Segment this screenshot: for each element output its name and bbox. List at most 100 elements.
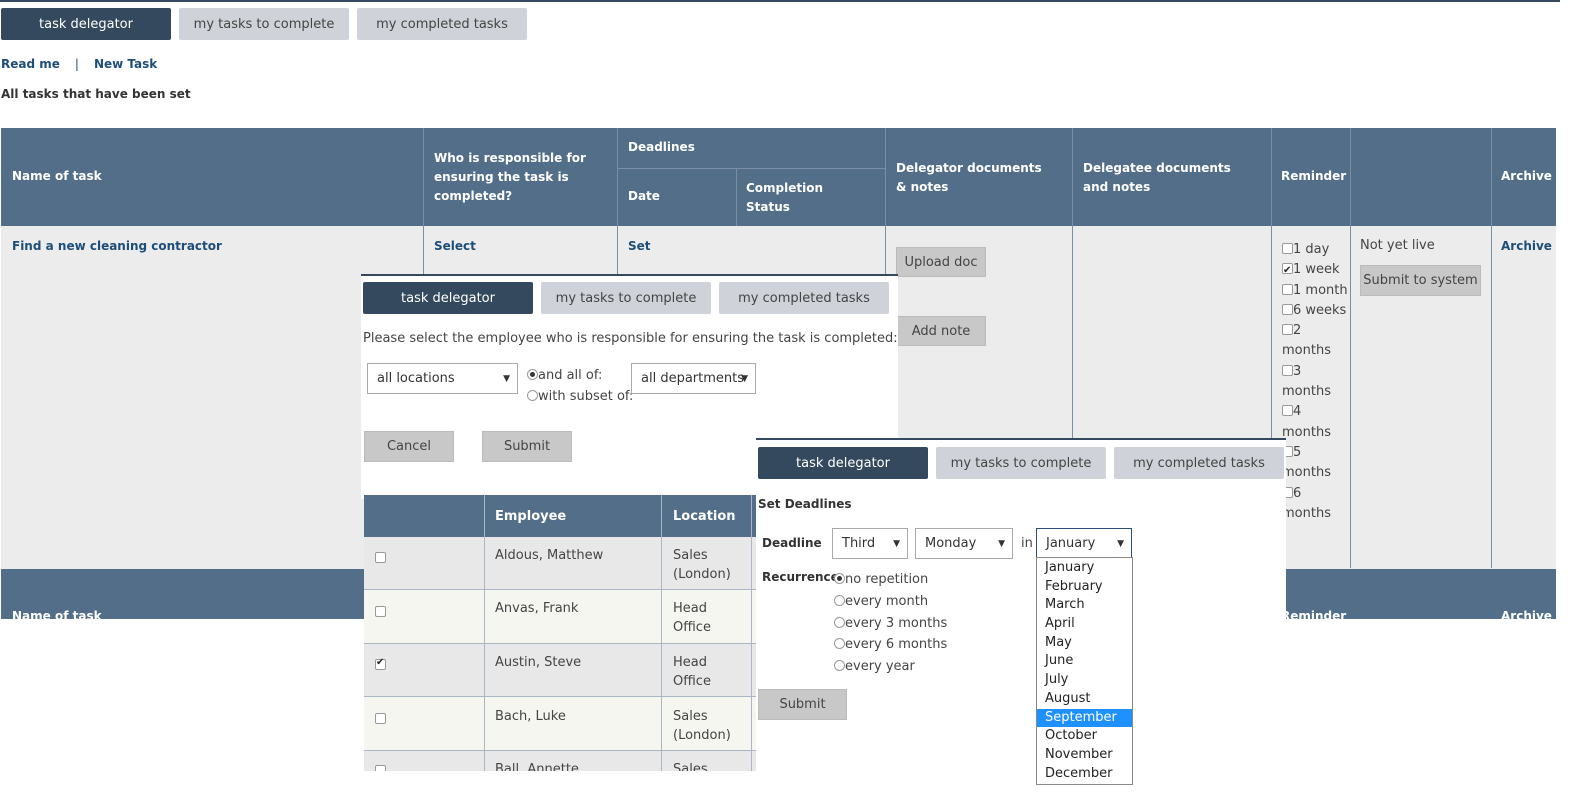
reminder-option[interactable]: 3 months: [1282, 362, 1348, 403]
reminder-checkbox[interactable]: [1282, 303, 1293, 315]
tab-task-delegator[interactable]: task delegator: [1, 8, 171, 40]
radio-button[interactable]: [527, 390, 538, 401]
radio-subset-of[interactable]: with subset of:: [527, 386, 633, 407]
month-option[interactable]: January: [1037, 559, 1132, 578]
department-select[interactable]: all departments ▼: [631, 363, 756, 394]
grid-line: [618, 168, 885, 169]
month-option[interactable]: November: [1037, 746, 1132, 765]
cancel-button[interactable]: Cancel: [364, 431, 454, 462]
radio-button[interactable]: [834, 616, 845, 628]
submit-button[interactable]: Submit: [482, 431, 572, 462]
month-option[interactable]: June: [1037, 652, 1132, 671]
recurrence-option[interactable]: every 6 months: [834, 634, 947, 656]
reminder-option[interactable]: 1 week: [1282, 260, 1348, 282]
employee-name: Bach, Luke: [495, 709, 566, 724]
task-name-link[interactable]: Find a new cleaning contractor: [12, 239, 222, 253]
tab-my-completed-tasks[interactable]: my completed tasks: [719, 282, 889, 314]
reminder-checkbox[interactable]: [1282, 405, 1293, 417]
reminder-option[interactable]: 4 months: [1282, 402, 1348, 443]
row-checkbox[interactable]: [375, 657, 386, 670]
select-responsible-link[interactable]: Select: [434, 239, 476, 253]
reminder-checkbox[interactable]: [1282, 364, 1293, 376]
month-option[interactable]: July: [1037, 671, 1132, 690]
reminder-checkbox[interactable]: [1282, 283, 1293, 295]
tab-my-tasks-to-complete[interactable]: my tasks to complete: [936, 447, 1106, 479]
reminder-option[interactable]: 6 weeks: [1282, 301, 1348, 321]
tab-my-completed-tasks[interactable]: my completed tasks: [357, 8, 527, 40]
reminder-option[interactable]: 6 months: [1282, 484, 1348, 525]
recurrence-option[interactable]: every month: [834, 591, 947, 613]
tab-my-tasks-to-complete[interactable]: my tasks to complete: [541, 282, 711, 314]
tab-my-completed-tasks[interactable]: my completed tasks: [1114, 447, 1284, 479]
table-row[interactable]: Bach, Luke Sales (London): [364, 697, 756, 751]
header-completion-status: Completion Status: [746, 181, 824, 214]
recurrence-option[interactable]: no repetition: [834, 569, 947, 591]
reminder-option[interactable]: 1 month: [1282, 281, 1348, 301]
reminder-checkbox[interactable]: [1282, 324, 1293, 336]
table-row[interactable]: Ball, Annette Sales: [364, 751, 756, 771]
upload-doc-button[interactable]: Upload doc: [896, 247, 986, 277]
table-row[interactable]: Austin, Steve Head Office: [364, 644, 756, 697]
header-delegator-docs: Delegator documents & notes: [896, 161, 1042, 194]
month-option[interactable]: April: [1037, 615, 1132, 634]
month-dropdown-list[interactable]: January February March April May June Ju…: [1036, 557, 1133, 785]
reminder-option[interactable]: 5 months: [1282, 443, 1348, 484]
row-checkbox[interactable]: [375, 552, 386, 563]
row-checkbox[interactable]: [375, 606, 386, 617]
header-responsible: Who is responsible for ensuring the task…: [434, 151, 586, 203]
ordinal-select[interactable]: Third ▼: [832, 528, 908, 559]
row-checkbox[interactable]: [375, 713, 386, 724]
month-select[interactable]: January ▼: [1036, 528, 1132, 559]
deadline-panel: task delegator my tasks to complete my c…: [756, 438, 1286, 728]
tab-task-delegator[interactable]: task delegator: [758, 447, 928, 479]
month-option-highlighted[interactable]: September: [1037, 708, 1132, 728]
row-checkbox[interactable]: [375, 765, 386, 771]
reminder-checkbox[interactable]: [1282, 261, 1293, 282]
header-archive: Archive: [1501, 169, 1552, 183]
header-reminder-repeat: Reminder: [1281, 609, 1347, 619]
chevron-down-icon: ▼: [503, 373, 510, 384]
location-select[interactable]: all locations ▼: [367, 363, 518, 394]
header-name-of-task: Name of task: [12, 169, 102, 183]
month-option[interactable]: March: [1037, 596, 1132, 615]
department-select-value: all departments: [641, 371, 745, 386]
reminder-option[interactable]: 2 months: [1282, 321, 1348, 362]
filter-radio-group: and all of: with subset of:: [527, 365, 633, 407]
radio-button[interactable]: [834, 573, 845, 584]
chevron-down-icon: ▼: [1117, 538, 1124, 549]
tab-task-delegator[interactable]: task delegator: [363, 282, 533, 314]
table-row[interactable]: Anvas, Frank Head Office: [364, 590, 756, 644]
month-option[interactable]: May: [1037, 634, 1132, 653]
chevron-down-icon: ▼: [893, 538, 900, 549]
submit-to-system-button[interactable]: Submit to system: [1360, 265, 1481, 296]
set-deadline-link[interactable]: Set: [628, 239, 651, 253]
radio-button[interactable]: [834, 638, 845, 650]
month-option[interactable]: February: [1037, 578, 1132, 597]
reminder-checkbox[interactable]: [1282, 243, 1293, 254]
radio-button[interactable]: [834, 594, 845, 606]
weekday-select[interactable]: Monday ▼: [915, 528, 1013, 559]
page-label: All tasks that have been set: [1, 87, 191, 101]
table-row[interactable]: Aldous, Matthew Sales (London): [364, 537, 756, 590]
deadline-submit-button[interactable]: Submit: [758, 689, 847, 720]
radio-all-of[interactable]: and all of:: [527, 365, 633, 386]
radio-button[interactable]: [527, 369, 538, 380]
employee-table: Employee Location Aldous, Matthew Sales …: [364, 495, 756, 771]
recurrence-option[interactable]: every 3 months: [834, 613, 947, 635]
employee-name: Anvas, Frank: [495, 601, 579, 616]
ordinal-select-value: Third: [842, 536, 876, 551]
weekday-select-value: Monday: [925, 536, 977, 551]
archive-link[interactable]: Archive: [1501, 239, 1552, 253]
reminder-option[interactable]: 1 day: [1282, 240, 1348, 260]
read-me-link[interactable]: Read me: [1, 57, 60, 71]
add-note-button[interactable]: Add note: [896, 316, 986, 346]
header-archive-repeat: Archive: [1501, 609, 1552, 619]
radio-button[interactable]: [834, 660, 845, 672]
new-task-link[interactable]: New Task: [94, 57, 157, 71]
month-option[interactable]: December: [1037, 765, 1132, 784]
recurrence-option[interactable]: every year: [834, 656, 947, 678]
tab-my-tasks-to-complete[interactable]: my tasks to complete: [179, 8, 349, 40]
month-option[interactable]: August: [1037, 690, 1132, 709]
employee-location: Sales (London): [673, 548, 731, 582]
month-option[interactable]: October: [1037, 727, 1132, 746]
